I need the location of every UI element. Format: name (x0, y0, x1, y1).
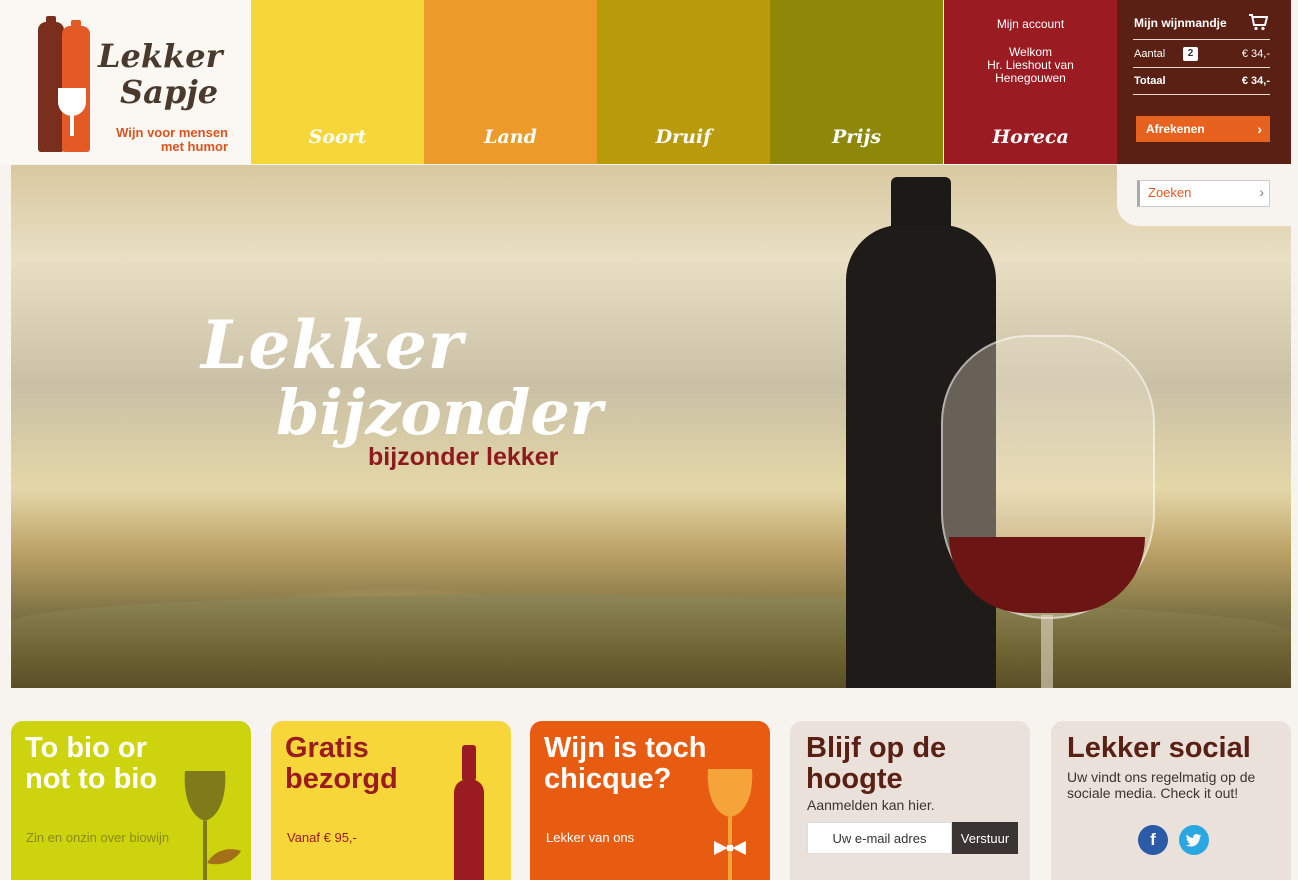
tile-newsletter: Blijf op dehoogte Aanmelden kan hier. Ve… (790, 721, 1030, 880)
tile-subtitle: Zin en onzin over biowijn (26, 830, 170, 845)
hero-headline-line1: Lekker (201, 306, 464, 384)
cart-count-badge: 2 (1183, 47, 1198, 61)
vineyard-hills (11, 595, 1291, 688)
nav-soort[interactable]: Soort (251, 0, 424, 164)
glass-stem (1041, 615, 1053, 688)
tile-social: Lekker social Uw vindt ons regelmatig op… (1051, 721, 1291, 880)
hero-subline: bijzonder lekker (368, 443, 559, 471)
tile-subtitle: Lekker van ons (546, 830, 635, 845)
submit-button[interactable]: Verstuur (952, 822, 1018, 854)
tile-title: Blijf op de hoogte (806, 732, 947, 795)
hero-headline-line2: bijzonder (276, 376, 603, 449)
checkout-label: Afrekenen (1146, 122, 1205, 136)
cart-title[interactable]: Mijn wijnmandje (1134, 16, 1227, 30)
tile-title: Lekker social (1067, 732, 1251, 764)
cart-count-label: Aantal (1134, 48, 1166, 60)
divider (1133, 39, 1270, 40)
tile-subtitle: Aanmelden kan hier. (807, 797, 935, 813)
cart-total-price: € 34,- (1241, 75, 1270, 87)
tile-title: To bio or not to bio (25, 732, 158, 795)
nav-land[interactable]: Land (424, 0, 597, 164)
facebook-icon[interactable]: f (1138, 825, 1168, 855)
my-account-link[interactable]: Mijn account (944, 17, 1117, 31)
nav-label: Land (484, 126, 537, 148)
welcome-text: Welkom Hr. Lieshout van Henegouwen (987, 45, 1074, 85)
bottle-icon (454, 745, 484, 880)
twitter-icon[interactable] (1179, 825, 1209, 855)
email-field[interactable] (807, 822, 952, 854)
tile-chicque[interactable]: Wijn is toch chicque? Lekker van ons (530, 721, 770, 880)
newsletter-form: Verstuur (807, 822, 1018, 854)
tile-free-delivery[interactable]: Gratis bezorgd Vanaf € 95,- (271, 721, 511, 880)
nav-druif[interactable]: Druif (597, 0, 770, 164)
chevron-right-icon: › (1257, 121, 1262, 137)
nav-label: Druif (655, 126, 712, 148)
wine-glass-leaf-icon (184, 771, 241, 880)
nav-label: Prijs (831, 126, 882, 148)
nav-horeca[interactable]: Horeca (944, 126, 1117, 148)
search-input[interactable] (1146, 184, 1250, 201)
divider (1133, 67, 1270, 68)
tile-bio[interactable]: To bio or not to bio Zin en onzin over bi… (11, 721, 251, 880)
chevron-right-icon[interactable]: › (1259, 184, 1264, 200)
tile-title: Gratis bezorgd (285, 732, 398, 795)
divider (1133, 94, 1270, 95)
twitter-bird-icon (1186, 834, 1202, 847)
brand-name: Lekker Sapje (98, 37, 223, 111)
logo[interactable]: Lekker Sapje Wijn voor mensen met humor (0, 0, 251, 164)
brand-tagline: Wijn voor mensen met humor (116, 125, 228, 154)
cart-panel: Mijn wijnmandje Aantal 2 € 34,- Totaal €… (1117, 0, 1291, 164)
hero-banner[interactable]: Lekker bijzonder bijzonder lekker (11, 165, 1291, 688)
search-panel: › (1117, 165, 1291, 226)
cart-total-label: Totaal (1134, 75, 1166, 87)
bottle-icon (38, 16, 64, 152)
account-panel: Mijn account Welkom Hr. Lieshout van Hen… (944, 0, 1117, 164)
nav-prijs[interactable]: Prijs (770, 0, 943, 164)
checkout-button[interactable]: Afrekenen › (1136, 116, 1270, 142)
cart-icon[interactable] (1248, 13, 1268, 31)
tile-title: Wijn is toch chicque? (544, 732, 707, 795)
nav-label: Soort (308, 126, 367, 148)
wine-glass-bowtie-icon (707, 769, 753, 880)
cart-count-price: € 34,- (1241, 48, 1270, 60)
wine-glass-icon (58, 88, 86, 136)
tile-subtitle: Vanaf € 95,- (287, 830, 357, 845)
tile-subtitle: Uw vindt ons regelmatig op de sociale me… (1067, 769, 1256, 801)
search-box[interactable]: › (1137, 180, 1270, 207)
